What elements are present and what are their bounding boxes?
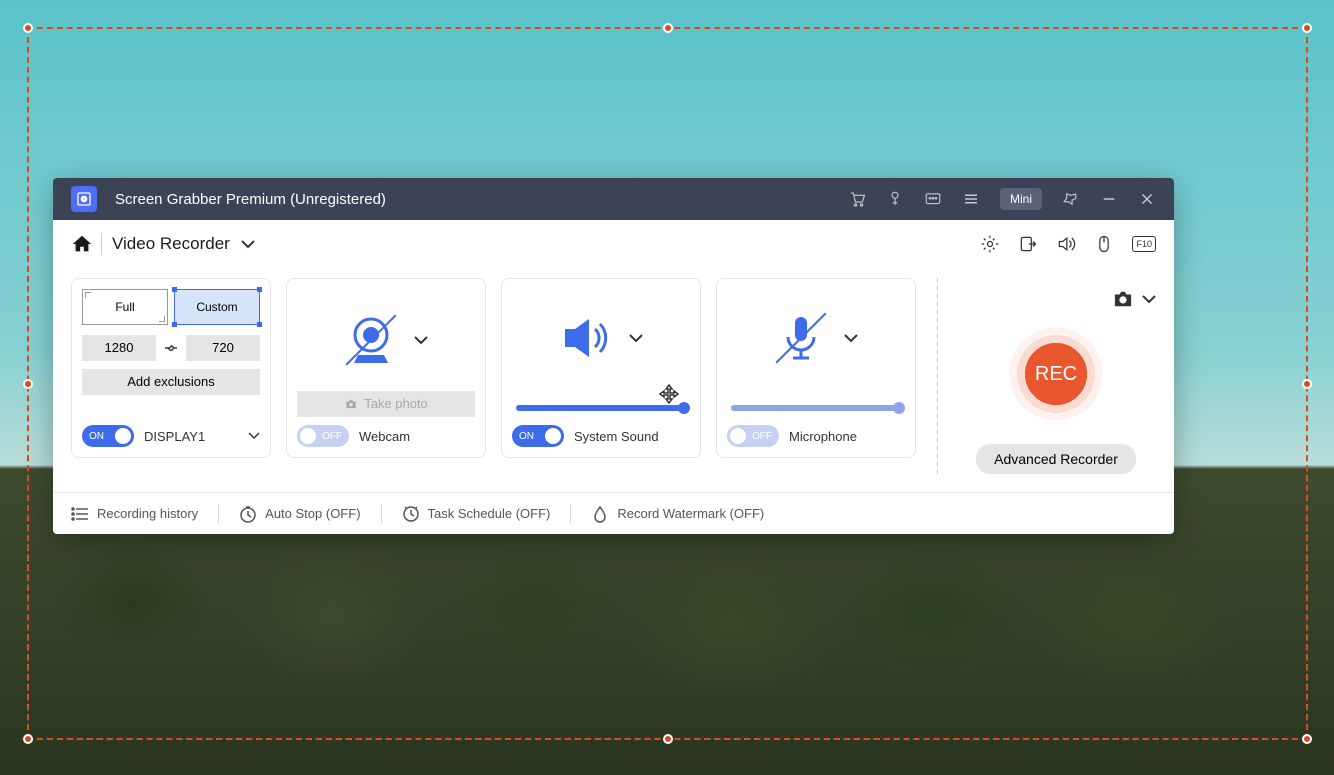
menu-icon[interactable] <box>962 190 980 208</box>
microphone-label: Microphone <box>789 429 905 444</box>
selection-handle[interactable] <box>663 734 673 744</box>
app-title: Screen Grabber Premium (Unregistered) <box>115 191 848 208</box>
toolbar: Video Recorder F10 <box>53 220 1174 268</box>
chevron-down-icon <box>240 239 256 249</box>
selection-handle[interactable] <box>1302 379 1312 389</box>
system-sound-card: ON System Sound <box>501 278 701 458</box>
droplet-icon <box>591 505 609 523</box>
titlebar: Screen Grabber Premium (Unregistered) Mi… <box>53 178 1174 220</box>
selection-handle[interactable] <box>23 379 33 389</box>
speaker-icon <box>559 311 613 365</box>
chevron-down-icon[interactable] <box>628 333 644 343</box>
webcam-icon <box>344 313 398 367</box>
microphone-toggle[interactable]: OFF <box>727 425 779 447</box>
take-photo-button: Take photo <box>297 391 475 417</box>
watermark-button[interactable]: Record Watermark (OFF) <box>591 505 764 523</box>
microphone-icon <box>774 311 828 365</box>
mode-selector[interactable]: Video Recorder <box>112 234 256 254</box>
webcam-label: Webcam <box>359 429 475 444</box>
microphone-card: OFF Microphone <box>716 278 916 458</box>
mini-mode-button[interactable]: Mini <box>1000 188 1042 210</box>
system-sound-toggle[interactable]: ON <box>512 425 564 447</box>
close-icon[interactable] <box>1138 190 1156 208</box>
minimize-icon[interactable] <box>1100 190 1118 208</box>
mouse-icon[interactable] <box>1094 234 1114 254</box>
export-icon[interactable] <box>1018 234 1038 254</box>
display-label: DISPLAY1 <box>144 429 238 444</box>
chevron-down-icon <box>1142 295 1156 304</box>
selection-handle[interactable] <box>23 23 33 33</box>
custom-region-button[interactable]: Custom <box>174 289 260 325</box>
key-icon[interactable] <box>886 190 904 208</box>
recording-history-button[interactable]: Recording history <box>71 505 198 523</box>
mode-label: Video Recorder <box>112 234 230 254</box>
chevron-down-icon[interactable] <box>248 432 260 440</box>
selection-handle[interactable] <box>1302 734 1312 744</box>
hotkey-badge[interactable]: F10 <box>1132 236 1156 252</box>
webcam-card: Take photo OFF Webcam <box>286 278 486 458</box>
advanced-recorder-button[interactable]: Advanced Recorder <box>976 444 1136 474</box>
pin-icon[interactable] <box>1062 190 1080 208</box>
list-icon <box>71 505 89 523</box>
snapshot-dropdown[interactable] <box>1112 290 1156 308</box>
selection-handle[interactable] <box>1302 23 1312 33</box>
volume-icon[interactable] <box>1056 234 1076 254</box>
display-toggle[interactable]: ON <box>82 425 134 447</box>
footer: Recording history Auto Stop (OFF) Task S… <box>53 492 1174 534</box>
display-card: Full Custom 1280 720 Add exclusions ON D… <box>71 278 271 458</box>
home-icon[interactable] <box>71 233 93 255</box>
cart-icon[interactable] <box>848 190 866 208</box>
auto-stop-button[interactable]: Auto Stop (OFF) <box>239 505 360 523</box>
record-panel: REC Advanced Recorder <box>956 278 1156 474</box>
feedback-icon[interactable] <box>924 190 942 208</box>
clock-icon <box>402 505 420 523</box>
system-sound-slider[interactable] <box>516 405 686 411</box>
app-logo-icon <box>71 186 97 212</box>
system-sound-label: System Sound <box>574 429 690 444</box>
task-schedule-button[interactable]: Task Schedule (OFF) <box>402 505 551 523</box>
record-button[interactable]: REC <box>1006 324 1106 424</box>
link-dimensions-icon[interactable] <box>162 339 180 357</box>
webcam-toggle[interactable]: OFF <box>297 425 349 447</box>
width-input[interactable]: 1280 <box>82 335 156 361</box>
selection-handle[interactable] <box>23 734 33 744</box>
height-input[interactable]: 720 <box>186 335 260 361</box>
app-window: Screen Grabber Premium (Unregistered) Mi… <box>53 178 1174 534</box>
camera-icon <box>1112 290 1134 308</box>
chevron-down-icon[interactable] <box>843 333 859 343</box>
add-exclusions-button[interactable]: Add exclusions <box>82 369 260 395</box>
microphone-slider[interactable] <box>731 405 901 411</box>
camera-icon <box>344 398 358 410</box>
timer-icon <box>239 505 257 523</box>
selection-handle[interactable] <box>663 23 673 33</box>
chevron-down-icon[interactable] <box>413 335 429 345</box>
settings-icon[interactable] <box>980 234 1000 254</box>
full-screen-button[interactable]: Full <box>82 289 168 325</box>
